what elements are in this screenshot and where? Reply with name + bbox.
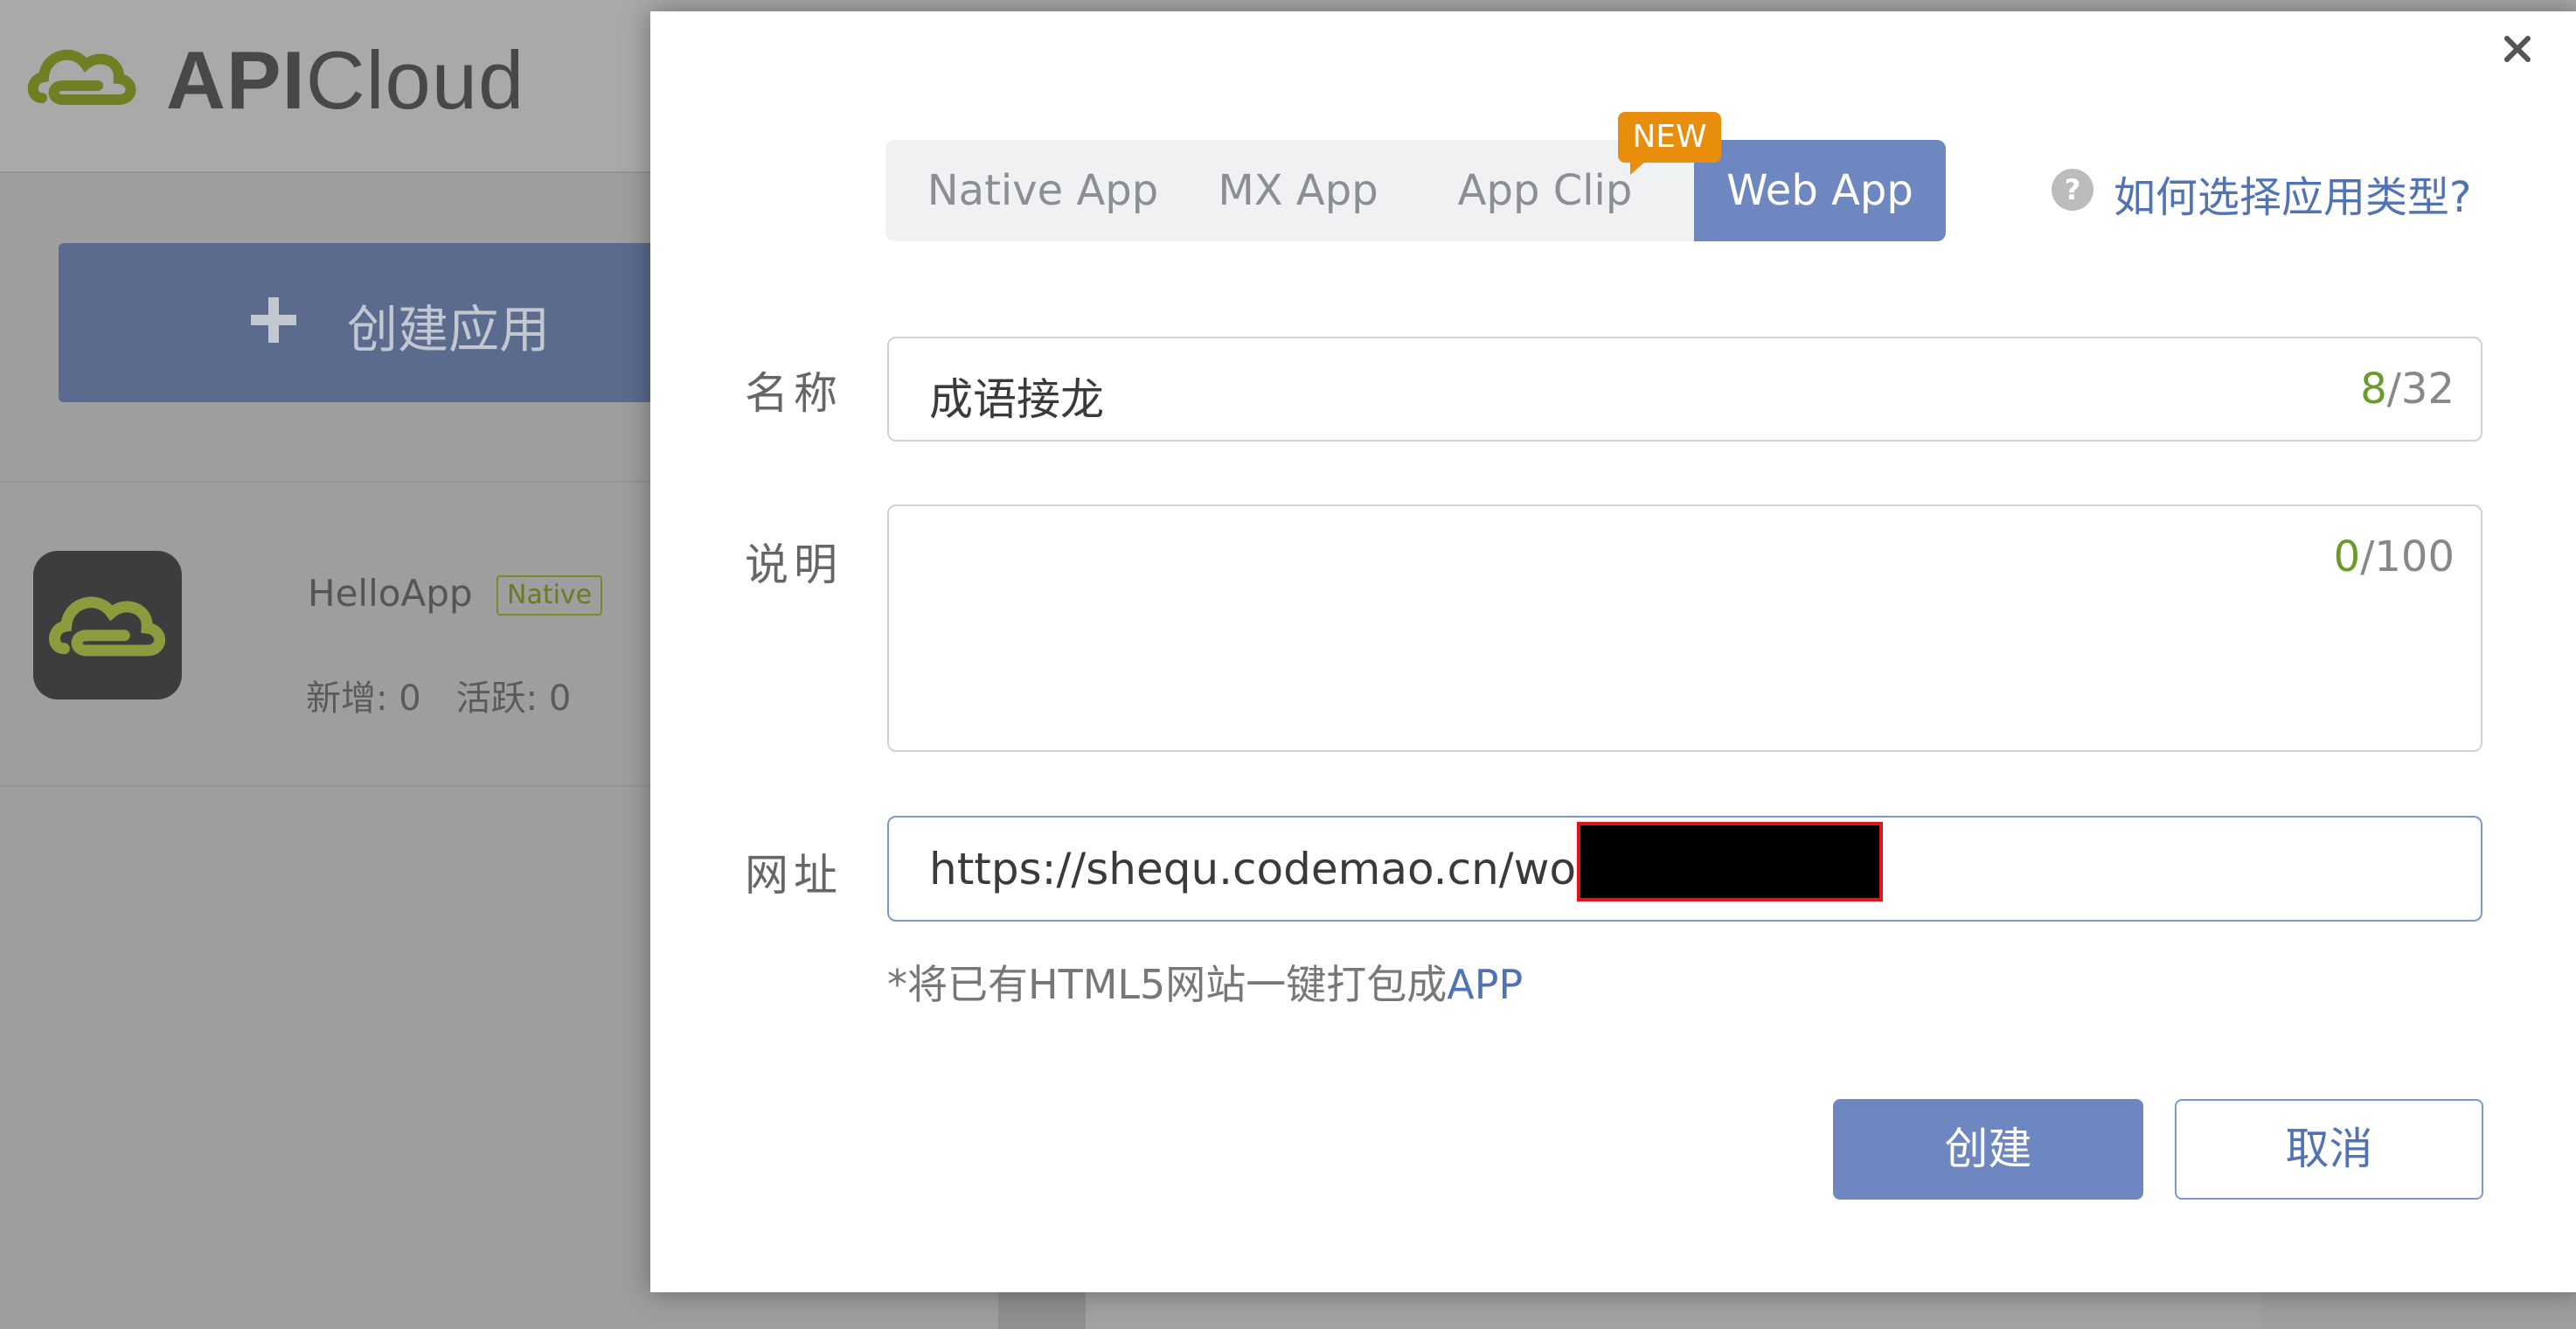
description-char-counter: 0/100	[2334, 532, 2454, 581]
logo-cloud: Cloud	[305, 34, 525, 126]
close-icon[interactable]	[2500, 31, 2535, 66]
divider	[0, 785, 664, 787]
new-badge: NEW	[1618, 112, 1721, 175]
description-textarea[interactable]: 0/100	[887, 504, 2482, 752]
cloud-logo-icon	[49, 596, 166, 657]
help-link[interactable]: 如何选择应用类型?	[2114, 163, 2471, 224]
create-button[interactable]: 创建	[1833, 1099, 2143, 1200]
new-count: 新增: 0	[306, 678, 421, 719]
url-hint: *将已有HTML5网站一键打包成APP	[887, 953, 1523, 1011]
plus-icon	[251, 297, 296, 343]
active-count: 活跃: 0	[455, 678, 572, 719]
url-hint-app: APP	[1447, 961, 1524, 1008]
name-char-counter: 8/32	[2360, 365, 2454, 414]
create-app-button[interactable]: 创建应用	[59, 243, 688, 402]
tab-web-app[interactable]: Web App	[1694, 140, 1946, 241]
url-label: 网址	[745, 850, 843, 901]
cancel-button[interactable]: 取消	[2175, 1099, 2483, 1200]
app-icon[interactable]	[33, 551, 182, 699]
app-type-badge: Native	[496, 575, 603, 616]
description-label: 说明	[745, 539, 843, 590]
name-label: 名称	[745, 368, 843, 419]
divider	[0, 481, 664, 483]
name-input-value: 成语接龙	[929, 374, 1104, 425]
cloud-logo-icon	[27, 49, 136, 105]
tab-mx-app[interactable]: MX App	[1200, 140, 1396, 241]
description-char-max: /100	[2360, 532, 2454, 581]
svg-text:?: ?	[2065, 173, 2081, 206]
app-stats: 新增: 0 活跃: 0	[306, 670, 606, 720]
question-circle-icon[interactable]: ?	[2051, 168, 2094, 212]
redaction-box	[1577, 822, 1883, 901]
app-name[interactable]: HelloApp	[308, 572, 473, 615]
create-app-label: 创建应用	[347, 300, 551, 359]
description-char-count: 0	[2333, 532, 2361, 581]
logo-api: API	[166, 34, 306, 126]
url-input-value: https://shequ.codemao.cn/wor	[929, 844, 1594, 894]
name-input[interactable]: 成语接龙 8/32	[887, 337, 2482, 442]
logo-text: APICloud	[166, 33, 524, 128]
name-char-max: /32	[2386, 365, 2454, 414]
name-char-count: 8	[2360, 365, 2387, 414]
tab-native-app[interactable]: Native App	[885, 140, 1200, 241]
app-type-tabs: Native App MX App App Clip Web App	[885, 140, 1946, 241]
url-hint-text: *将已有HTML5网站一键打包成	[887, 961, 1448, 1008]
